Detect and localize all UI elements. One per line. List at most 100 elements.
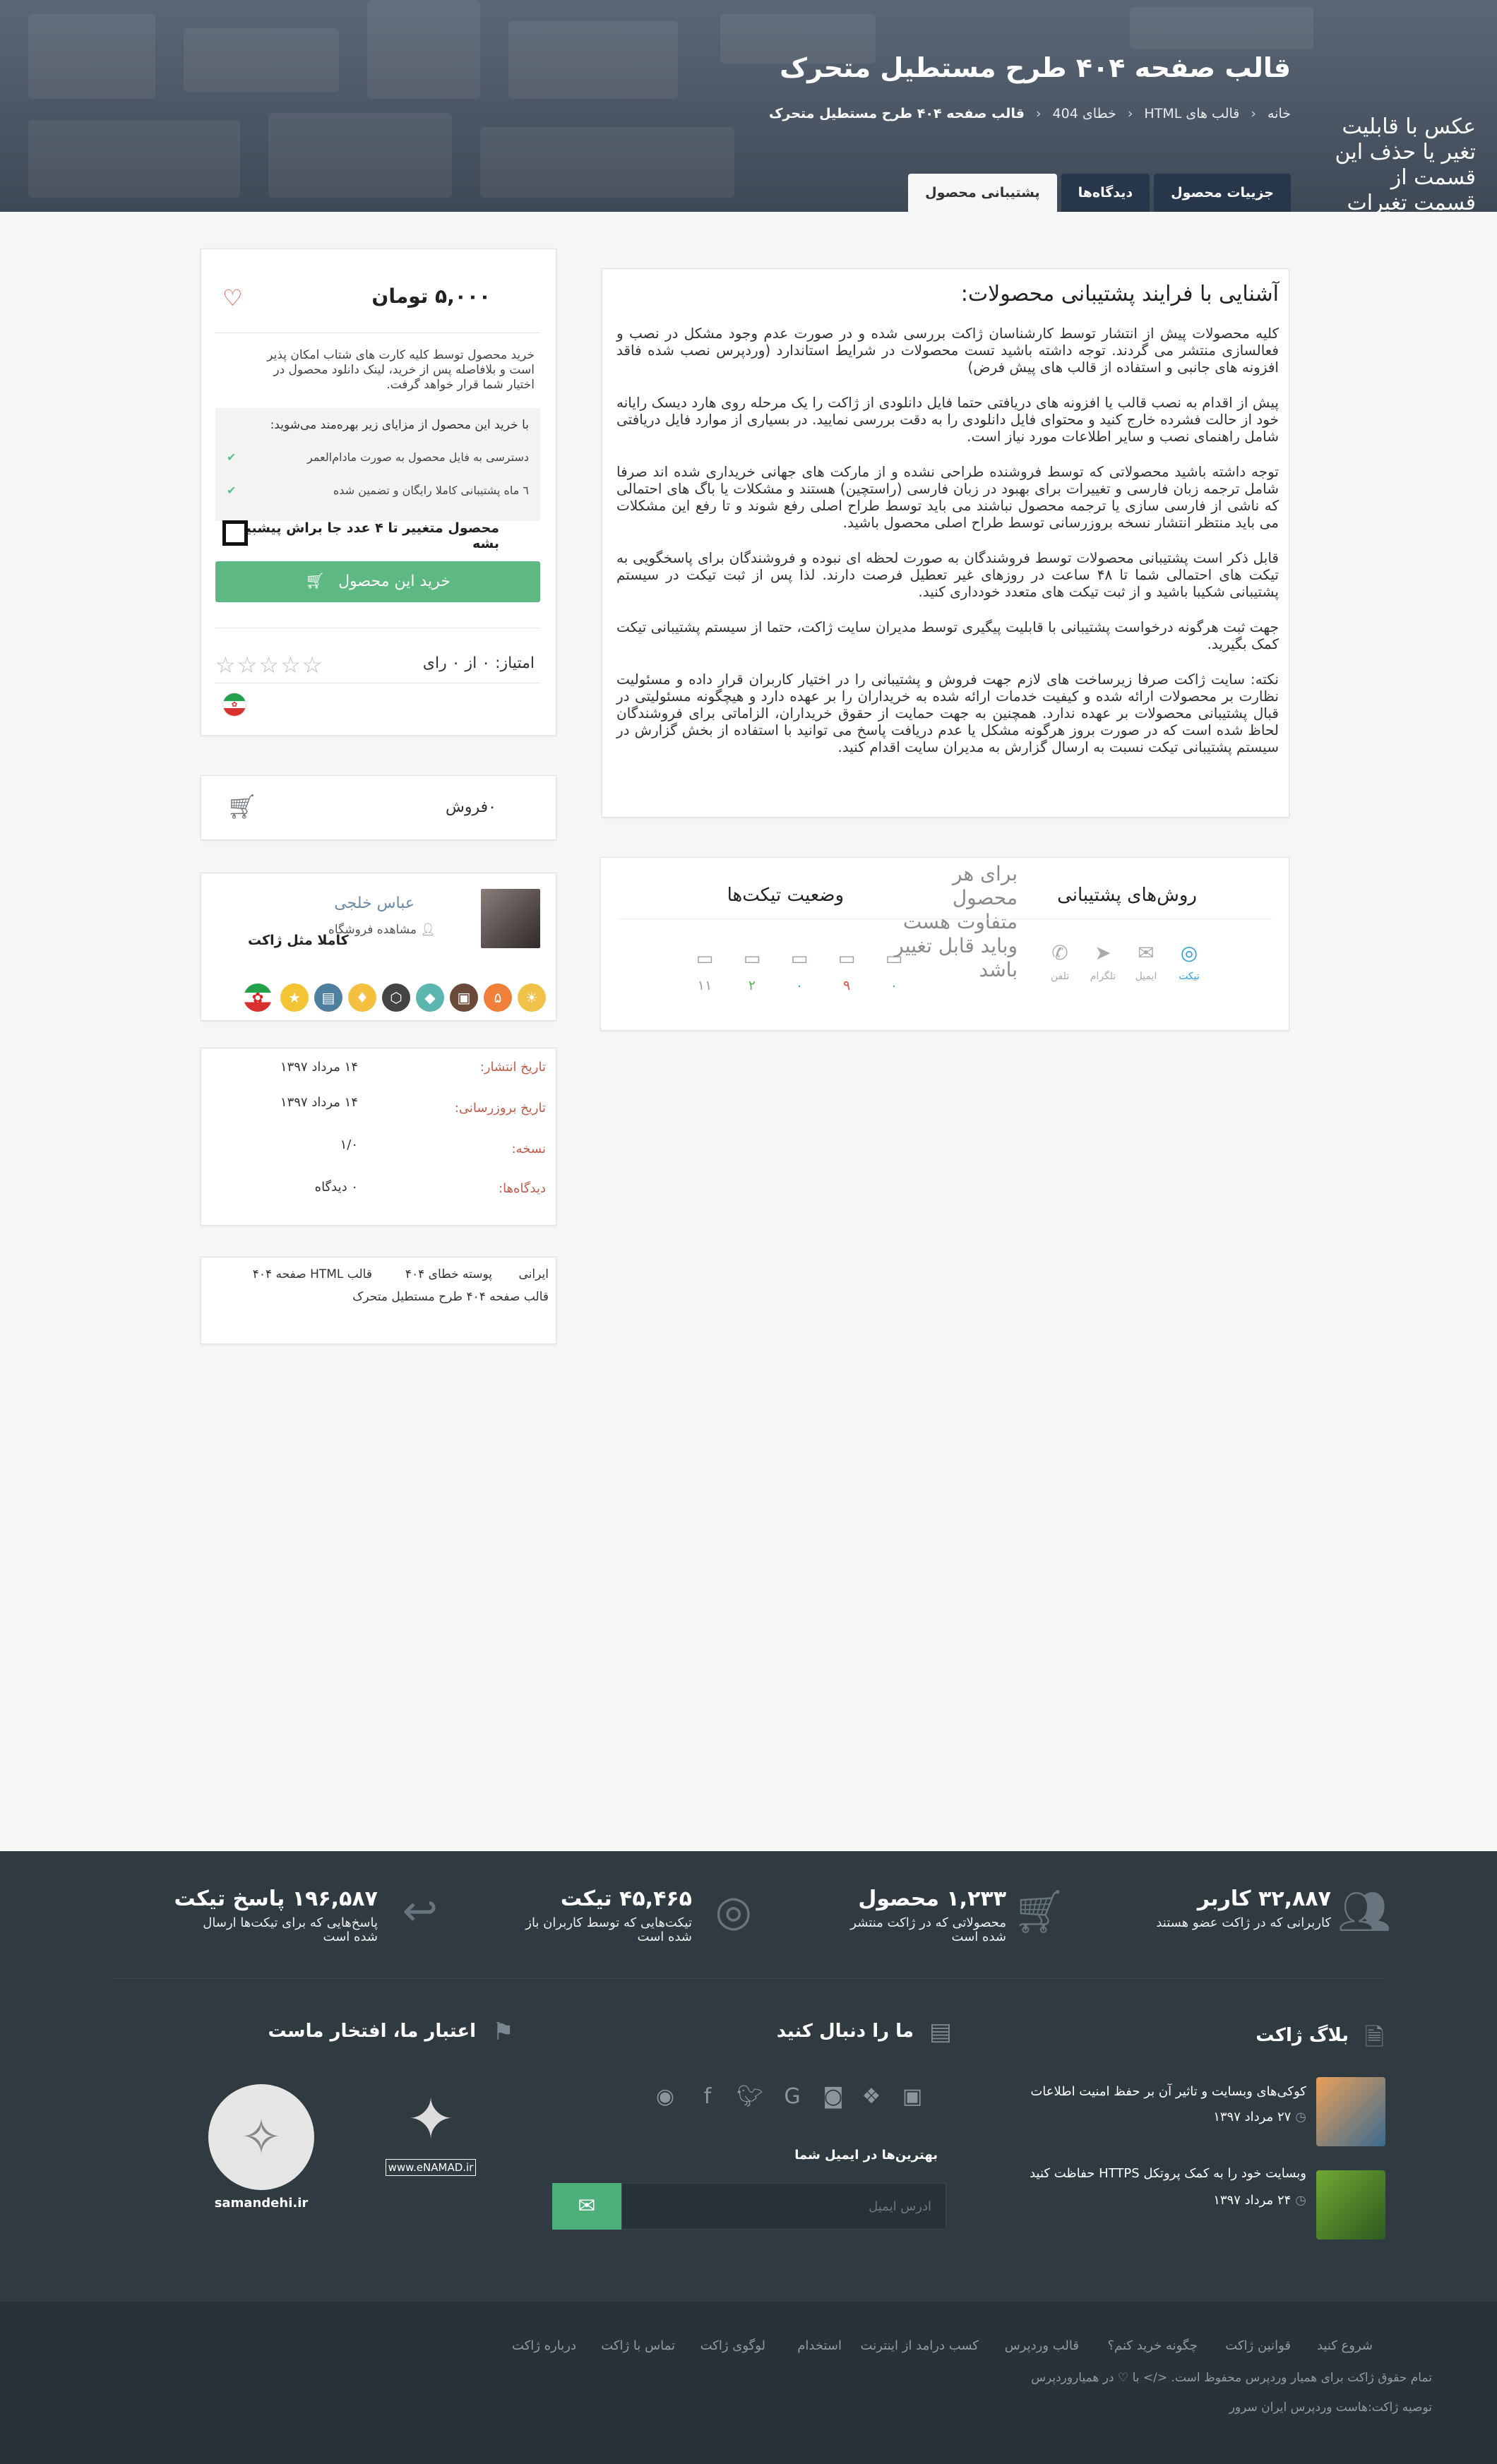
footer-link[interactable]: لوگوی ژاکت <box>700 2338 765 2353</box>
ticket-status-title: وضعیت تیکت‌ها <box>727 885 844 906</box>
samandehi-logo-icon: ✧ <box>208 2084 314 2190</box>
author-name[interactable]: عباس خلجی <box>334 895 414 912</box>
footer-link[interactable]: درباره ژاکت <box>512 2338 576 2353</box>
samandehi-seal[interactable]: ✧ samandehi.ir <box>205 2084 318 2232</box>
post-date-text: ۲۴ مرداد ۱۳۹۷ <box>1213 2193 1292 2208</box>
breadcrumb-404[interactable]: خطای 404 <box>1053 106 1116 121</box>
sales-box: 🛒︎ ۰فروش <box>201 775 556 840</box>
variable-product-checkbox[interactable] <box>222 520 248 546</box>
trust-title: اعتبار ما، افتخار ماست <box>268 2021 477 2042</box>
breadcrumb-current: قالب صفحه ۴۰۴ طرح مستطیل متحرک <box>768 106 1025 121</box>
tab-comments[interactable]: دیدگاه‌ها <box>1061 174 1150 212</box>
twitter-icon[interactable]: 🐦︎ <box>736 2084 764 2109</box>
footer-link[interactable]: استخدام <box>797 2338 842 2353</box>
article-paragraph: جهت ثبت هرگونه درخواست پشتیبانی با قابلی… <box>616 618 1279 652</box>
user-icon: 👤︎ <box>420 923 436 937</box>
benefit-item: دسترسی به فایل محصول به صورت مادام‌العمر… <box>227 450 529 464</box>
method-email-label: ایمیل <box>1135 971 1157 982</box>
lifebuoy-icon[interactable]: ◎ <box>1175 941 1203 964</box>
stat-value: ۱,۲۳۳ محصول <box>858 1886 1006 1911</box>
benefit-text: دسترسی به فایل محصول به صورت مادام‌العمر <box>307 450 529 464</box>
post-title[interactable]: وبسایت خود را به کمک پروتکل HTTPS حفاظت … <box>1030 2166 1306 2181</box>
tab-support[interactable]: پشتیبانی محصول <box>908 174 1057 212</box>
facebook-icon[interactable]: f <box>693 2084 722 2109</box>
background-tile <box>508 21 678 99</box>
article-paragraph: نکته: سایت ژاکت صرفا زیرساخت های لازم جه… <box>616 671 1279 755</box>
author-tagline: کاملا مثل ژاکت <box>248 933 349 948</box>
buy-button[interactable]: خرید این محصول 🛒︎ <box>215 561 540 602</box>
enamad-logo-icon: ✦ <box>407 2086 455 2152</box>
tab-details[interactable]: جزییات محصول <box>1154 174 1291 212</box>
footer-link[interactable]: چگونه خرید کنم؟ <box>1107 2338 1198 2353</box>
post-thumbnail[interactable] <box>1316 2170 1385 2239</box>
ticket-count: ۱۱ <box>697 978 712 993</box>
box-badge-icon: ⬡ <box>382 983 410 1012</box>
post-thumbnail[interactable] <box>1316 2077 1385 2146</box>
ticket-icon: ▭ <box>696 948 714 969</box>
newsletter-email-input[interactable] <box>621 2183 946 2230</box>
footer-link[interactable]: قالب وردپرس <box>1005 2338 1079 2353</box>
footer-bottom: شروع کنید قوانین ژاکت چگونه خرید کنم؟ قا… <box>0 2302 1497 2464</box>
footer-link[interactable]: شروع کنید <box>1317 2338 1373 2353</box>
meta-label: تاریخ انتشار: <box>479 1060 546 1075</box>
benefits-title: با خرید این محصول از مزایای زیر بهره‌مند… <box>270 418 529 432</box>
heart-icon[interactable]: ♡ <box>222 285 243 311</box>
footer-link[interactable]: قوانین ژاکت <box>1225 2338 1291 2353</box>
method-phone-label: تلفن <box>1050 971 1070 982</box>
post-title[interactable]: کوکی‌های وبسایت و تاثیر آن بر حفظ امنیت … <box>1030 2084 1306 2099</box>
cart-icon: 🛒︎ <box>305 573 326 590</box>
ticket-count: ۲ <box>748 978 756 993</box>
linkedin-icon[interactable]: ▣ <box>898 2084 926 2109</box>
clock-icon: ◷ <box>1295 2193 1306 2208</box>
benefit-text: ٦ ماه پشتیبانی کاملا رایگان و تضمین شده <box>333 484 529 497</box>
tag-link[interactable]: ایرانی <box>519 1267 549 1281</box>
enamad-url: www.eNAMAD.ir <box>386 2159 476 2176</box>
enamad-seal[interactable]: ✦ www.eNAMAD.ir <box>374 2084 487 2232</box>
telegram-icon[interactable]: ➤ <box>1089 941 1117 964</box>
background-tile <box>268 113 452 198</box>
support-note: برای هر محصول متفاوت هست وباید قابل تغیی… <box>894 862 1018 981</box>
ticket-badge-icon: ▤ <box>314 983 342 1012</box>
product-tags: ایرانی پوسته خطای ۴۰۴ قالب HTML صفحه ۴۰۴… <box>201 1257 556 1344</box>
cart-icon: 🛒︎ <box>1012 1887 1066 1937</box>
lifebuoy-icon: ◎ <box>715 1886 752 1936</box>
footer-link[interactable]: کسب درامد از اینترنت <box>861 2338 979 2353</box>
email-icon[interactable]: ✉ <box>1132 941 1160 964</box>
meta-label: نسخه: <box>511 1142 546 1156</box>
product-tabs: جزییات محصول دیدگاه‌ها پشتیبانی محصول <box>908 174 1291 212</box>
background-tile <box>1130 7 1313 49</box>
blog-title: بلاگ ژاکت <box>1256 2025 1349 2046</box>
author-box: عباس خلجی 👤︎ مشاهده فروشگاه کاملا مثل ژا… <box>201 873 556 1021</box>
footer-link[interactable]: تماس با ژاکت <box>601 2338 675 2353</box>
tag-link[interactable]: قالب صفحه ۴۰۴ طرح مستطیل متحرک <box>352 1290 549 1304</box>
method-telegram-label: تلگرام <box>1090 971 1116 982</box>
support-methods-title: روش‌های پشتیبانی <box>1057 885 1197 906</box>
rss-icon[interactable]: ◉ <box>651 2084 679 2109</box>
phone-icon[interactable]: ✆ <box>1046 941 1074 964</box>
newsletter-submit-button[interactable]: ✉ <box>552 2183 621 2230</box>
hosting-link[interactable]: توصیه ژاکت:هاست وردپرس ایران سرور <box>1229 2400 1432 2415</box>
check-icon: ✔ <box>227 450 237 464</box>
purchase-box: ۵,۰۰۰ تومان ♡ خرید محصول توسط کلیه کارت … <box>201 249 556 736</box>
newsletter-label: بهترین‌ها در ایمیل شما <box>794 2148 938 2163</box>
chevron-left-icon: ‹ <box>1251 106 1256 121</box>
background-tile <box>184 28 339 92</box>
instagram-icon[interactable]: ◙ <box>819 2084 847 2109</box>
stat-caption: محصولاتی که در ژاکت منتشر شده است <box>850 1915 1006 1944</box>
stat-caption: کاربرانی که در ژاکت عضو هستند <box>1156 1915 1331 1930</box>
stat-value: ۳۲,۸۸۷ کاربر <box>1197 1886 1331 1911</box>
breadcrumb-html-templates[interactable]: قالب های HTML <box>1144 106 1239 121</box>
rating-stars[interactable]: ☆☆☆☆☆ <box>215 652 323 678</box>
meta-value: ۱۴ مرداد ۱۳۹۷ <box>280 1095 358 1110</box>
support-status-card: روش‌های پشتیبانی برای هر محصول متفاوت هس… <box>600 857 1289 1031</box>
article-paragraph: توجه داشته باشید محصولاتی که توسط فروشند… <box>616 463 1279 531</box>
aparat-icon[interactable]: ❖ <box>857 2084 885 2109</box>
author-avatar[interactable] <box>481 889 540 948</box>
benefit-item: ٦ ماه پشتیبانی کاملا رایگان و تضمین شده … <box>227 484 529 497</box>
meta-value: ۱۴ مرداد ۱۳۹۷ <box>280 1060 358 1075</box>
tag-link[interactable]: قالب HTML صفحه ۴۰۴ <box>253 1267 372 1281</box>
breadcrumb-home[interactable]: خانه <box>1268 106 1291 121</box>
google-plus-icon[interactable]: G <box>778 2084 806 2109</box>
sales-count: ۰فروش <box>446 799 496 816</box>
tag-link[interactable]: پوسته خطای ۴۰۴ <box>405 1267 492 1281</box>
